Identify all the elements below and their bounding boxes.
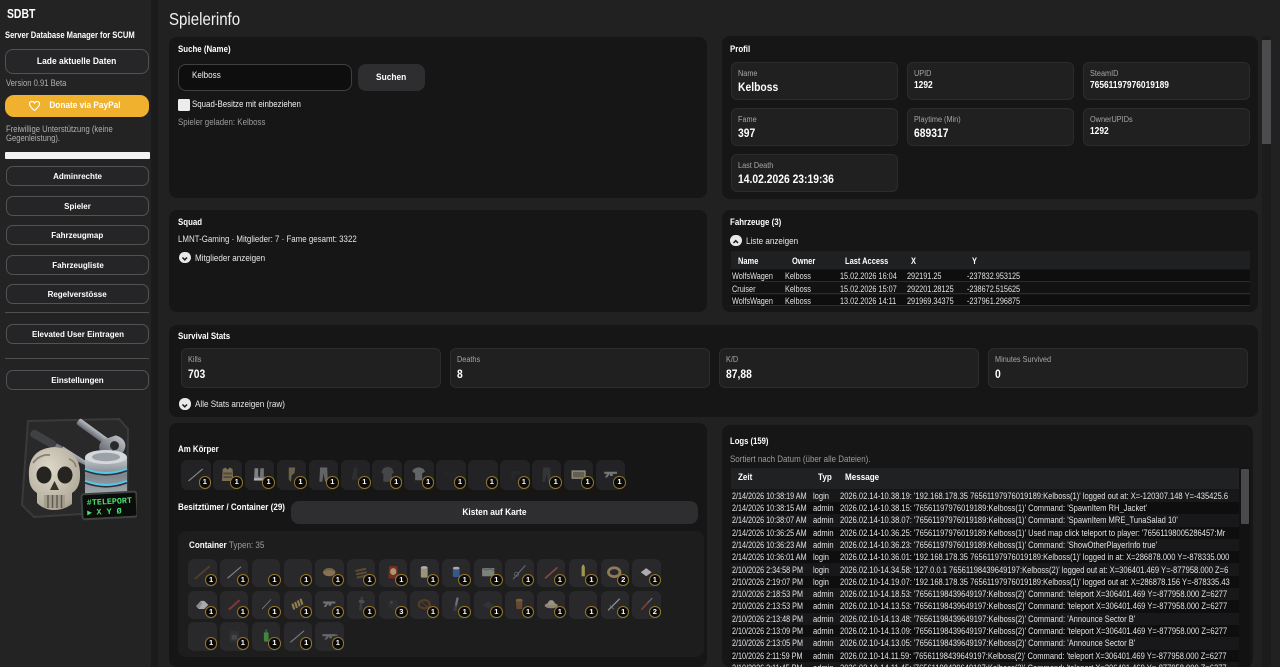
svg-text:▸ X Y Ø: ▸ X Y Ø — [86, 506, 122, 518]
